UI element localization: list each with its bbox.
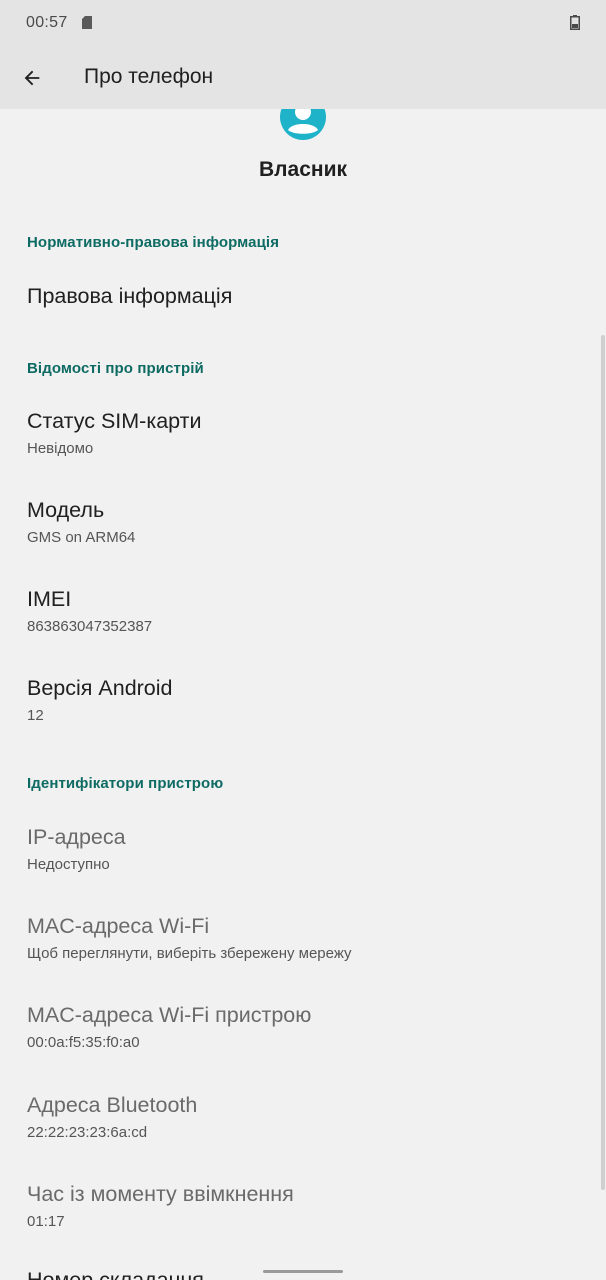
navigation-handle[interactable]: [263, 1270, 343, 1273]
about-phone-screen: Власник Нормативно-правова інформація Пр…: [0, 0, 606, 1280]
section-header-device-info: Відомості про пристрій: [27, 360, 204, 377]
uptime-value: 01:17: [27, 1213, 65, 1230]
bluetooth-address-item[interactable]: Адреса Bluetooth 22:22:23:23:6a:cd: [0, 1093, 600, 1153]
owner-name[interactable]: Власник: [0, 158, 606, 182]
wifi-device-mac-item[interactable]: MAC-адреса Wi-Fi пристрою 00:0a:f5:35:f0…: [0, 1003, 600, 1063]
model-item[interactable]: Модель GMS on ARM64: [0, 498, 600, 558]
ip-address-item[interactable]: IP-адреса Недоступно: [0, 825, 600, 885]
wifi-mac-title: MAC-адреса Wi-Fi: [27, 914, 210, 938]
model-value: GMS on ARM64: [27, 529, 136, 546]
ip-address-value: Недоступно: [27, 856, 110, 873]
sim-status-value: Невідомо: [27, 440, 94, 457]
imei-value: 863863047352387: [27, 618, 153, 635]
model-title: Модель: [27, 498, 105, 522]
android-version-item[interactable]: Версія Android 12: [0, 676, 600, 736]
uptime-title: Час із моменту ввімкнення: [27, 1182, 294, 1206]
app-bar: Про телефон: [0, 46, 606, 109]
sim-status-title: Статус SIM-карти: [27, 409, 202, 433]
section-header-device-identifiers: Ідентифікатори пристрою: [27, 775, 224, 792]
android-version-value: 12: [27, 707, 44, 724]
ip-address-title: IP-адреса: [27, 825, 126, 849]
wifi-mac-item[interactable]: MAC-адреса Wi-Fi Щоб переглянути, вибері…: [0, 914, 600, 974]
status-bar: 00:57: [0, 0, 606, 46]
battery-icon: [570, 15, 580, 30]
sim-status-item[interactable]: Статус SIM-карти Невідомо: [0, 409, 600, 469]
wifi-device-mac-title: MAC-адреса Wi-Fi пристрою: [27, 1003, 312, 1027]
wifi-device-mac-value: 00:0a:f5:35:f0:a0: [27, 1034, 140, 1051]
android-version-title: Версія Android: [27, 676, 173, 700]
bluetooth-address-value: 22:22:23:23:6a:cd: [27, 1124, 148, 1141]
section-header-regulatory: Нормативно-правова інформація: [27, 234, 280, 251]
imei-title: IMEI: [27, 587, 72, 611]
sd-card-icon: [82, 16, 92, 29]
legal-info-item[interactable]: Правова інформація: [0, 284, 600, 340]
build-number-title: Номер складання: [27, 1268, 204, 1280]
legal-info-title: Правова інформація: [27, 284, 233, 308]
status-time: 00:57: [26, 14, 68, 31]
page-title: Про телефон: [84, 65, 214, 88]
wifi-mac-value: Щоб переглянути, виберіть збережену мере…: [27, 945, 352, 962]
scrollbar[interactable]: [601, 335, 605, 1190]
imei-item[interactable]: IMEI 863863047352387: [0, 587, 600, 647]
uptime-item[interactable]: Час із моменту ввімкнення 01:17: [0, 1182, 600, 1242]
settings-content[interactable]: Власник Нормативно-правова інформація Пр…: [0, 0, 606, 1280]
bluetooth-address-title: Адреса Bluetooth: [27, 1093, 198, 1117]
arrow-back-icon: [24, 70, 40, 86]
back-button[interactable]: [12, 58, 52, 98]
